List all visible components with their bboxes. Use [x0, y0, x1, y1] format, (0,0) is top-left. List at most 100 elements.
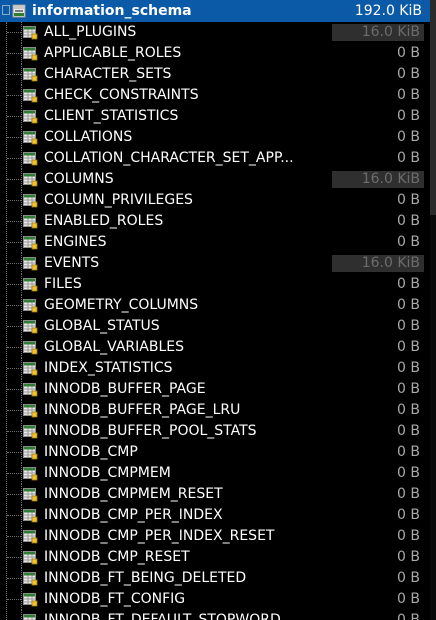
tree-branch-line [7, 53, 21, 54]
table-icon [23, 151, 38, 166]
table-row[interactable]: ENABLED_ROLES 0 B [0, 211, 430, 232]
vertical-scrollbar[interactable] [430, 0, 436, 620]
table-row[interactable]: INNODB_FT_DEFAULT_STOPWORD 0 B [0, 610, 430, 620]
table-row[interactable]: CHECK_CONSTRAINTS 0 B [0, 85, 430, 106]
table-row[interactable]: INNODB_CMP_PER_INDEX_RESET 0 B [0, 526, 430, 547]
tree-child-line [21, 253, 22, 274]
table-icon [23, 25, 38, 40]
table-row[interactable]: GLOBAL_STATUS 0 B [0, 316, 430, 337]
table-name: INNODB_CMP [44, 444, 138, 460]
table-name: COLLATIONS [44, 129, 133, 145]
tree-child-line [21, 610, 22, 620]
table-row[interactable]: CHARACTER_SETS 0 B [0, 64, 430, 85]
table-row[interactable]: APPLICABLE_ROLES 0 B [0, 43, 430, 64]
table-name: INNODB_CMPMEM_RESET [44, 486, 223, 502]
database-size: 192.0 KiB [354, 3, 422, 19]
table-size: 0 B [397, 150, 420, 166]
table-size: 16.0 KiB [332, 171, 424, 188]
table-size: 16.0 KiB [332, 255, 424, 272]
table-row[interactable]: INNODB_CMPMEM 0 B [0, 463, 430, 484]
table-name: CLIENT_STATISTICS [44, 108, 179, 124]
table-size: 0 B [397, 192, 420, 208]
table-row[interactable]: CLIENT_STATISTICS 0 B [0, 106, 430, 127]
table-row[interactable]: COLLATIONS 0 B [0, 127, 430, 148]
table-row[interactable]: GEOMETRY_COLUMNS 0 B [0, 295, 430, 316]
table-icon [23, 214, 38, 229]
table-row[interactable]: ENGINES 0 B [0, 232, 430, 253]
table-name: INNODB_BUFFER_PAGE_LRU [44, 402, 241, 418]
table-row[interactable]: INNODB_BUFFER_PAGE_LRU 0 B [0, 400, 430, 421]
tree-branch-line [7, 515, 21, 516]
table-row[interactable]: INNODB_CMP_RESET 0 B [0, 547, 430, 568]
table-size: 0 B [397, 108, 420, 124]
table-row[interactable]: INNODB_CMP 0 B [0, 442, 430, 463]
tree-child-line [21, 64, 22, 85]
tree-child-line [21, 190, 22, 211]
table-icon [23, 424, 38, 439]
table-row[interactable]: GLOBAL_VARIABLES 0 B [0, 337, 430, 358]
table-size: 0 B [397, 45, 420, 61]
table-icon [23, 571, 38, 586]
table-icon [23, 613, 38, 620]
table-name: GLOBAL_VARIABLES [44, 339, 184, 355]
tree-branch-line [7, 578, 21, 579]
table-row[interactable]: INDEX_STATISTICS 0 B [0, 358, 430, 379]
tree-child-line [21, 337, 22, 358]
table-size: 0 B [397, 402, 420, 418]
table-row[interactable]: INNODB_CMP_PER_INDEX 0 B [0, 505, 430, 526]
tree-child-line [21, 379, 22, 400]
table-row[interactable]: COLUMNS 16.0 KiB [0, 169, 430, 190]
table-name: INNODB_CMP_RESET [44, 549, 190, 565]
table-icon [23, 403, 38, 418]
table-icon [23, 445, 38, 460]
tree-branch-line [7, 431, 21, 432]
tree-branch-line [7, 116, 21, 117]
tree-branch-line [7, 74, 21, 75]
tree-child-line [21, 316, 22, 337]
table-row[interactable]: INNODB_CMPMEM_RESET 0 B [0, 484, 430, 505]
tree-child-line [21, 463, 22, 484]
table-row[interactable]: COLLATION_CHARACTER_SET_APP... 0 B [0, 148, 430, 169]
table-icon [23, 130, 38, 145]
table-row[interactable]: ALL_PLUGINS 16.0 KiB [0, 22, 430, 43]
table-row[interactable]: INNODB_BUFFER_POOL_STATS 0 B [0, 421, 430, 442]
table-name: INDEX_STATISTICS [44, 360, 173, 376]
table-size: 0 B [397, 444, 420, 460]
tree-child-line [21, 85, 22, 106]
scrollbar-thumb[interactable] [430, 0, 436, 215]
tree-branch-line [7, 599, 21, 600]
table-row[interactable]: INNODB_FT_BEING_DELETED 0 B [0, 568, 430, 589]
table-name: COLUMNS [44, 171, 114, 187]
table-icon [23, 361, 38, 376]
tree-child-line [21, 400, 22, 421]
table-icon [23, 172, 38, 187]
table-name: GLOBAL_STATUS [44, 318, 160, 334]
table-size: 0 B [397, 612, 420, 620]
tree-child-line [21, 169, 22, 190]
tree-child-line [21, 22, 22, 43]
tree-branch-line [7, 242, 21, 243]
tree-child-line [21, 484, 22, 505]
table-row[interactable]: INNODB_FT_CONFIG 0 B [0, 589, 430, 610]
tree-branch-line [7, 263, 21, 264]
table-row[interactable]: COLUMN_PRIVILEGES 0 B [0, 190, 430, 211]
database-tree[interactable]: information_schema 192.0 KiB ALL_PLUGINS… [0, 0, 436, 620]
table-row[interactable]: EVENTS 16.0 KiB [0, 253, 430, 274]
table-name: INNODB_CMPMEM [44, 465, 171, 481]
table-row[interactable]: INNODB_BUFFER_PAGE 0 B [0, 379, 430, 400]
table-size: 0 B [397, 213, 420, 229]
table-icon [23, 508, 38, 523]
table-row[interactable]: FILES 0 B [0, 274, 430, 295]
table-size: 0 B [397, 87, 420, 103]
database-row[interactable]: information_schema 192.0 KiB [0, 0, 430, 22]
table-name: COLUMN_PRIVILEGES [44, 192, 193, 208]
collapse-icon[interactable] [2, 5, 10, 15]
tree-branch-line [7, 452, 21, 453]
table-size: 0 B [397, 486, 420, 502]
database-icon [12, 4, 26, 18]
table-icon [23, 592, 38, 607]
table-icon [23, 277, 38, 292]
tree-branch-line [7, 32, 21, 33]
tree-branch-line [7, 473, 21, 474]
table-size: 0 B [397, 591, 420, 607]
